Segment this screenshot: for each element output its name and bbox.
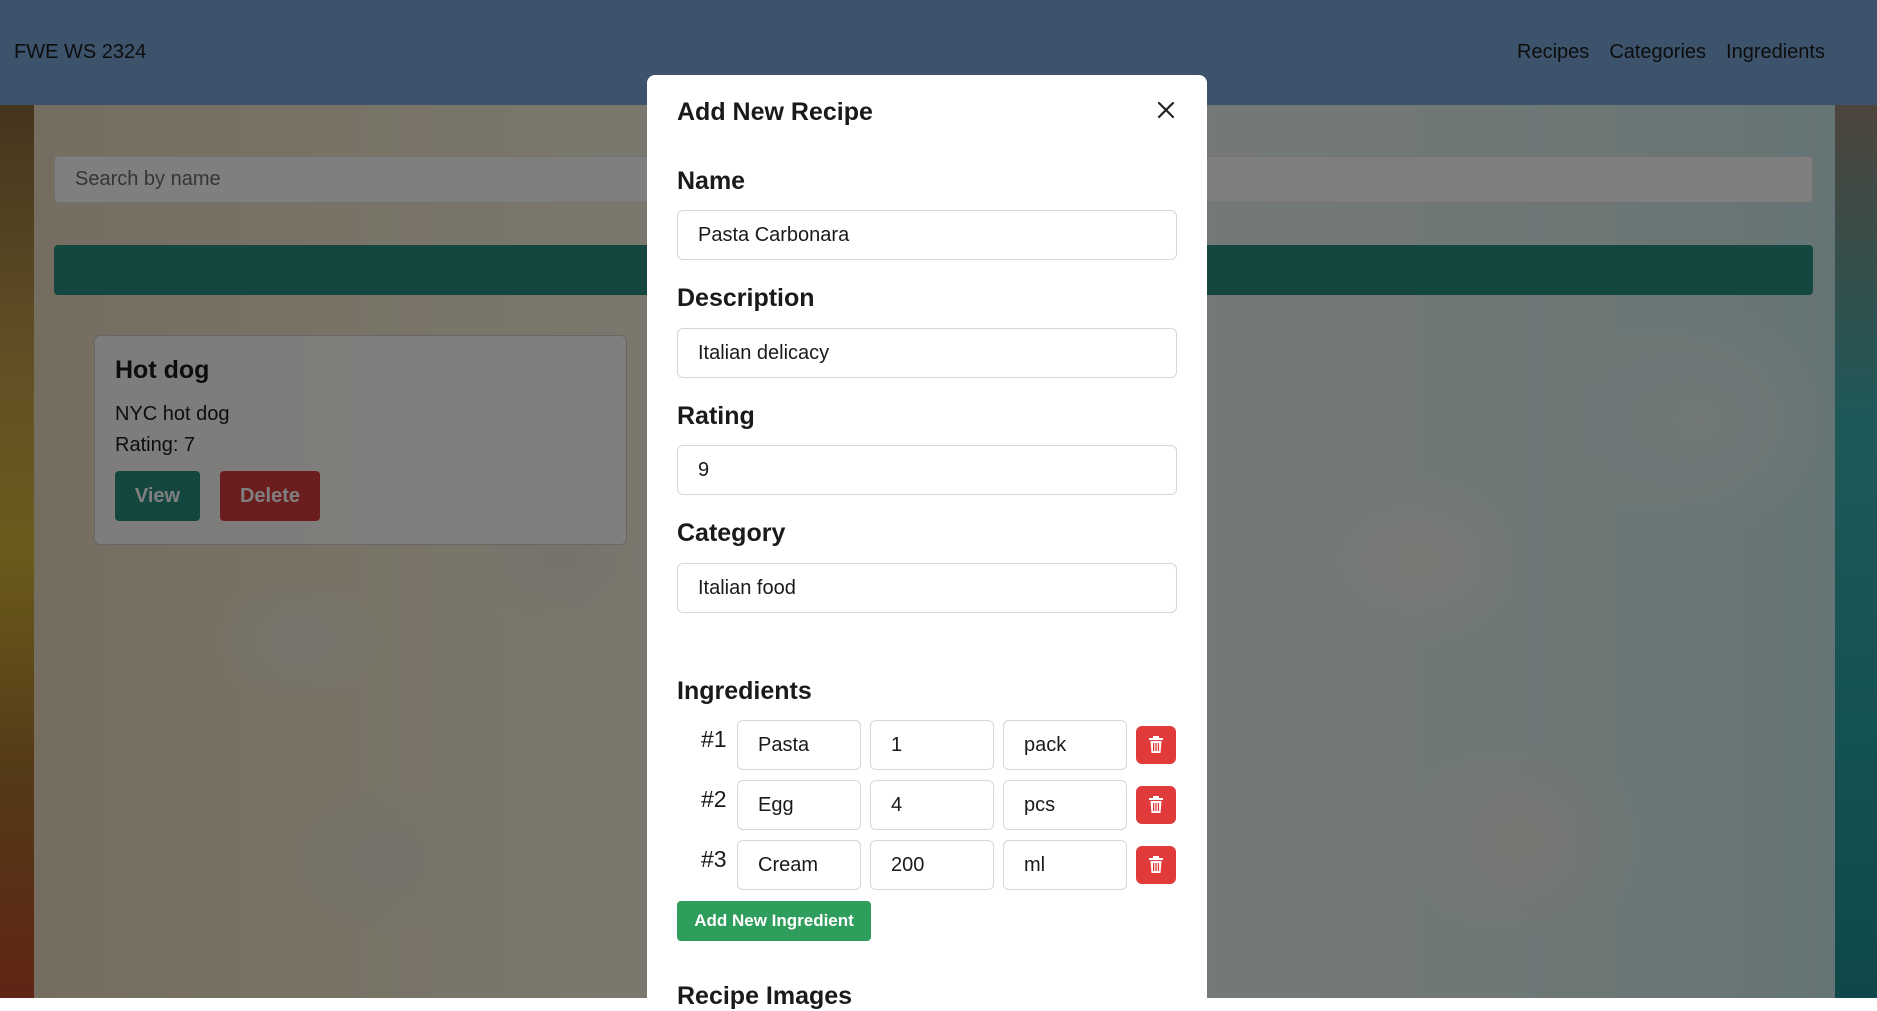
ingredient-row: #2 <box>677 780 1177 830</box>
add-ingredient-button[interactable]: Add New Ingredient <box>677 901 871 941</box>
delete-ingredient-button[interactable] <box>1136 726 1176 764</box>
ingredient-row: #3 <box>677 840 1177 890</box>
ingredient-quantity-input[interactable] <box>870 840 994 890</box>
close-icon <box>1157 101 1175 119</box>
recipe-images-label: Recipe Images <box>677 982 853 1010</box>
ingredient-name-input[interactable] <box>737 720 861 770</box>
ingredient-unit-input[interactable] <box>1003 840 1127 890</box>
ingredient-quantity-input[interactable] <box>870 780 994 830</box>
delete-ingredient-button[interactable] <box>1136 846 1176 884</box>
ingredient-name-input[interactable] <box>737 780 861 830</box>
name-field[interactable] <box>677 210 1177 260</box>
add-recipe-modal: Add New Recipe Name Description Rating C… <box>647 75 1207 1010</box>
trash-icon <box>1149 736 1163 753</box>
name-label: Name <box>677 167 746 195</box>
close-button[interactable] <box>1149 93 1183 127</box>
ingredient-number: #2 <box>701 786 727 812</box>
description-field[interactable] <box>677 328 1177 378</box>
ingredient-unit-input[interactable] <box>1003 720 1127 770</box>
ingredient-number: #1 <box>701 726 727 752</box>
ingredient-name-input[interactable] <box>737 840 861 890</box>
rating-label: Rating <box>677 402 755 430</box>
ingredient-row: #1 <box>677 720 1177 770</box>
ingredients-label: Ingredients <box>677 677 812 705</box>
delete-ingredient-button[interactable] <box>1136 786 1176 824</box>
rating-field[interactable] <box>677 445 1177 495</box>
category-field[interactable] <box>677 563 1177 613</box>
ingredient-number: #3 <box>701 846 727 872</box>
ingredient-unit-input[interactable] <box>1003 780 1127 830</box>
trash-icon <box>1149 856 1163 873</box>
description-label: Description <box>677 284 815 312</box>
ingredient-quantity-input[interactable] <box>870 720 994 770</box>
category-label: Category <box>677 519 786 547</box>
trash-icon <box>1149 796 1163 813</box>
modal-title: Add New Recipe <box>677 98 873 126</box>
